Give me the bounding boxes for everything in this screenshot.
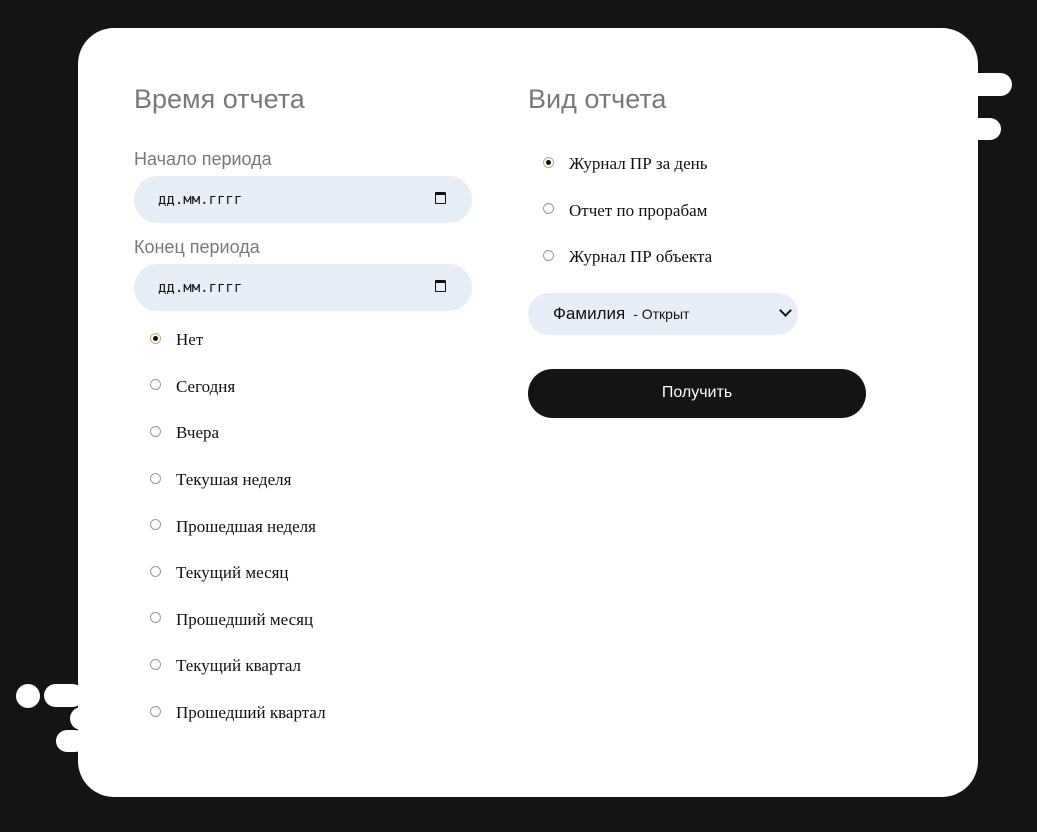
period-option-current-month[interactable]: Текущий месяц bbox=[150, 550, 472, 597]
radio-button[interactable] bbox=[150, 519, 161, 531]
select-value: Фамилия bbox=[553, 303, 626, 323]
radio-label: Текущий месяц bbox=[176, 563, 289, 583]
radio-label: Прошедший месяц bbox=[176, 609, 314, 629]
period-radio-group: Нет Сегодня Вчера Текушая неделя Прошедш… bbox=[150, 317, 472, 736]
radio-button[interactable] bbox=[150, 612, 161, 624]
time-section: Время отчета Начало периода дд.мм.гггг К… bbox=[134, 82, 472, 736]
end-period-label: Конец периода bbox=[134, 237, 260, 257]
report-type-radio-group: Журнал ПР за день Отчет по прорабам Журн… bbox=[543, 141, 868, 281]
get-report-button[interactable]: Получить bbox=[528, 368, 866, 418]
radio-button[interactable] bbox=[150, 332, 161, 344]
radio-label: Журнал ПР за день bbox=[569, 154, 708, 174]
report-option-foremen[interactable]: Отчет по прорабам bbox=[543, 188, 868, 235]
radio-label: Журнал ПР объекта bbox=[569, 247, 713, 267]
end-date-value: дд.мм.гггг bbox=[158, 279, 243, 296]
radio-label: Вчера bbox=[176, 423, 220, 443]
period-option-yesterday[interactable]: Вчера bbox=[150, 410, 472, 457]
start-date-value: дд.мм.гггг bbox=[158, 191, 243, 208]
surname-select[interactable]: Фамилия - Открыт bbox=[528, 292, 798, 335]
radio-button[interactable] bbox=[543, 203, 554, 215]
period-option-last-week[interactable]: Прошедшая неделя bbox=[150, 503, 472, 550]
radio-button[interactable] bbox=[150, 425, 161, 437]
end-date-input[interactable]: дд.мм.гггг bbox=[134, 264, 472, 311]
radio-label: Текущий квартал bbox=[176, 656, 302, 676]
radio-label: Сегодня bbox=[176, 376, 236, 396]
radio-button[interactable] bbox=[150, 705, 161, 717]
type-section-title: Вид отчета bbox=[528, 84, 667, 114]
period-option-current-week[interactable]: Текушая неделя bbox=[150, 457, 472, 504]
decor-pill bbox=[44, 684, 84, 707]
radio-button[interactable] bbox=[150, 565, 161, 577]
radio-button[interactable] bbox=[543, 249, 554, 261]
radio-button[interactable] bbox=[150, 379, 161, 391]
type-section: Вид отчета Журнал ПР за день Отчет по пр… bbox=[528, 82, 868, 418]
period-option-current-quarter[interactable]: Текущий квартал bbox=[150, 643, 472, 690]
start-period-label: Начало периода bbox=[134, 149, 272, 169]
report-option-daily-log[interactable]: Журнал ПР за день bbox=[543, 141, 868, 188]
chevron-down-icon[interactable] bbox=[779, 303, 792, 317]
radio-label: Текушая неделя bbox=[176, 470, 292, 490]
radio-button[interactable] bbox=[150, 658, 161, 670]
radio-label: Отчет по прорабам bbox=[569, 200, 708, 220]
period-option-today[interactable]: Сегодня bbox=[150, 364, 472, 411]
radio-label: Прошедший квартал bbox=[176, 703, 326, 723]
period-option-none[interactable]: Нет bbox=[150, 317, 472, 364]
radio-button[interactable] bbox=[543, 156, 554, 168]
report-card: Время отчета Начало периода дд.мм.гггг К… bbox=[78, 28, 978, 797]
start-date-input[interactable]: дд.мм.гггг bbox=[134, 176, 472, 223]
decor-pill bbox=[56, 730, 86, 752]
period-option-last-month[interactable]: Прошедший месяц bbox=[150, 597, 472, 644]
calendar-icon[interactable] bbox=[435, 192, 446, 204]
report-option-object-log[interactable]: Журнал ПР объекта bbox=[543, 234, 868, 281]
radio-label: Нет bbox=[176, 330, 204, 350]
decor-pill bbox=[70, 707, 101, 730]
select-status: - Открыт bbox=[633, 305, 690, 322]
page: Время отчета Начало периода дд.мм.гггг К… bbox=[0, 0, 1037, 832]
calendar-icon[interactable] bbox=[435, 280, 446, 292]
period-option-last-quarter[interactable]: Прошедший квартал bbox=[150, 690, 472, 737]
radio-label: Прошедшая неделя bbox=[176, 516, 316, 536]
decor-dot bbox=[16, 684, 40, 708]
radio-button[interactable] bbox=[150, 472, 161, 484]
time-section-title: Время отчета bbox=[134, 84, 305, 114]
